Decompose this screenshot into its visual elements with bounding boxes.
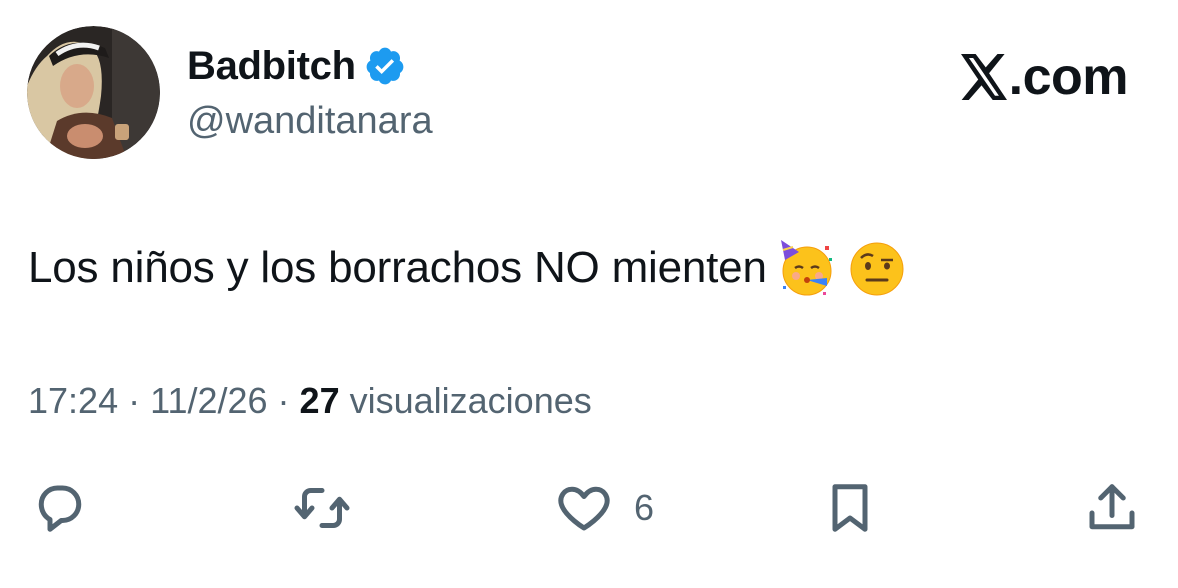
tweet-meta: 17:24 · 11/2/26 · 27 visualizaciones [28, 380, 592, 422]
avatar[interactable] [27, 26, 160, 159]
like-count: 6 [634, 487, 655, 528]
partying-face-emoji [777, 238, 837, 298]
x-brand: .com [960, 48, 1129, 106]
retweet-icon [290, 478, 354, 538]
tweet-card: Badbitch @wanditanara .com Los niños y l… [0, 0, 1178, 588]
tweet-date[interactable]: 11/2/26 [150, 380, 267, 421]
verified-badge-icon [364, 45, 406, 87]
reply-button[interactable] [30, 478, 90, 538]
display-name[interactable]: Badbitch [187, 44, 356, 89]
display-name-row[interactable]: Badbitch [187, 40, 406, 92]
share-button[interactable] [1082, 478, 1142, 538]
avatar-image [27, 26, 160, 159]
like-button[interactable]: 6 [554, 478, 654, 538]
views-count: 27 [299, 380, 340, 421]
face-with-raised-eyebrow-emoji [847, 238, 907, 298]
meta-separator: · [118, 380, 151, 421]
share-icon [1082, 478, 1142, 538]
reply-icon [30, 478, 90, 538]
tweet-time[interactable]: 17:24 [28, 380, 118, 421]
bookmark-icon [820, 478, 880, 538]
bookmark-button[interactable] [820, 478, 880, 538]
retweet-button[interactable] [290, 478, 354, 538]
heart-icon [554, 478, 614, 538]
meta-separator: · [267, 380, 300, 421]
x-logo-icon [960, 54, 1009, 100]
brand-domain-text: .com [1008, 48, 1129, 106]
user-handle[interactable]: @wanditanara [187, 100, 433, 143]
tweet-body: Los niños y los borrachos NO mienten [28, 236, 907, 300]
views-label: visualizaciones [349, 380, 592, 421]
tweet-text: Los niños y los borrachos NO mienten [28, 243, 767, 292]
